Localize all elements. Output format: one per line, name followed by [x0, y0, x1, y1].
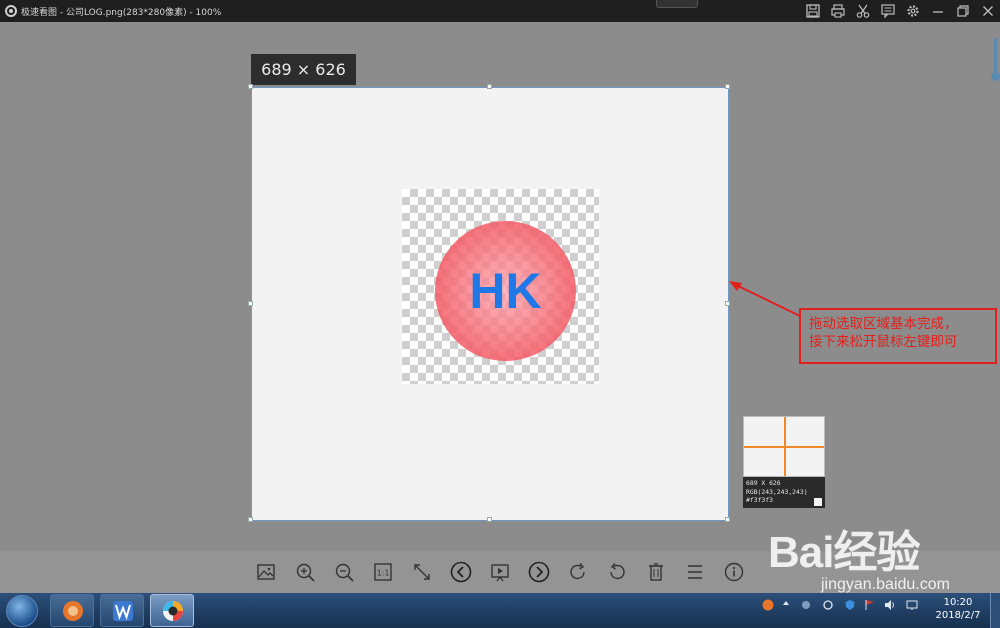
bottom-toolbar: 1:1 [0, 551, 1000, 593]
resize-handle-top-right[interactable] [725, 84, 730, 89]
annotation-line-2: 接下来松开鼠标左键即可 [809, 334, 958, 350]
image-viewer-app[interactable] [150, 594, 194, 627]
tray-network-icon[interactable] [906, 599, 918, 611]
zoom-out-icon[interactable] [333, 561, 355, 583]
window-title: 极速看图 - 公司LOG.png(283*280像素) - 100% [21, 8, 222, 18]
close-icon[interactable] [980, 3, 996, 19]
tray-volume-icon[interactable] [884, 599, 896, 611]
info-icon[interactable] [723, 561, 745, 583]
resize-handle-top[interactable] [487, 84, 492, 89]
restore-icon[interactable] [955, 3, 971, 19]
logo-circle: HK [435, 221, 576, 361]
resize-handle-bottom-left[interactable] [248, 517, 253, 522]
pull-down-tab[interactable] [656, 0, 698, 8]
prev-icon[interactable] [450, 561, 472, 583]
clock-date[interactable]: 2018/2/7 [932, 610, 984, 621]
rotate-left-icon[interactable] [606, 561, 628, 583]
selection-size-label: 689 × 626 [251, 54, 356, 85]
show-desktop-button[interactable] [990, 593, 1000, 628]
annotation-arrow [729, 281, 801, 317]
slideshow-icon[interactable] [489, 561, 511, 583]
magnifier-view [743, 416, 825, 477]
clock-time[interactable]: 10:20 [940, 597, 976, 608]
actual-size-icon[interactable]: 1:1 [372, 561, 394, 583]
app-icon [5, 5, 17, 17]
resize-handle-bottom[interactable] [487, 517, 492, 522]
rotate-right-icon[interactable] [567, 561, 589, 583]
transparent-image: HK [402, 189, 599, 384]
tray-sync-icon[interactable] [822, 599, 834, 611]
annotation-callout: 拖动选取区域基本完成， 接下来松开鼠标左键即可 [799, 308, 997, 364]
comment-icon[interactable] [880, 3, 896, 19]
settings-icon[interactable] [905, 3, 921, 19]
zoom-in-icon[interactable] [294, 561, 316, 583]
annotation-line-1: 拖动选取区域基本完成， [809, 316, 958, 332]
magnifier-info: 689 X 626 RGB(243,243,243) #f3f3f3 [743, 477, 825, 508]
logo-text: HK [469, 263, 542, 319]
browser-icon [63, 601, 83, 621]
image-viewer-icon [163, 601, 183, 621]
resize-handle-left[interactable] [248, 301, 253, 306]
tray-app-icon[interactable] [762, 599, 774, 611]
delete-icon[interactable] [645, 561, 667, 583]
tray-expand-icon[interactable] [780, 597, 792, 609]
menu-icon[interactable] [684, 561, 706, 583]
print-icon[interactable] [830, 3, 846, 19]
tray-shield-icon[interactable] [844, 599, 856, 611]
wps-app[interactable] [100, 594, 144, 627]
resize-handle-top-left[interactable] [248, 84, 253, 89]
start-orb[interactable] [6, 595, 38, 627]
fit-screen-icon[interactable] [411, 561, 433, 583]
minimize-icon[interactable] [930, 3, 946, 19]
tray-flag-icon[interactable] [864, 599, 876, 611]
tray-network-tool-icon[interactable] [800, 599, 812, 611]
resize-handle-bottom-right[interactable] [725, 517, 730, 522]
taskbar: 10:20 2018/2/7 [0, 593, 1000, 628]
next-icon[interactable] [528, 561, 550, 583]
cut-icon[interactable] [855, 3, 871, 19]
browser-app[interactable] [50, 594, 94, 627]
zoom-slider-knob[interactable] [991, 72, 1000, 81]
magnifier-rgb: RGB(243,243,243) [746, 487, 808, 496]
save-icon[interactable] [805, 3, 821, 19]
title-bar: 极速看图 - 公司LOG.png(283*280像素) - 100% [0, 0, 1000, 22]
color-swatch [814, 498, 822, 506]
wps-icon [113, 601, 133, 621]
magnifier-panel: 689 X 626 RGB(243,243,243) #f3f3f3 [743, 416, 825, 508]
crosshair-vertical [784, 417, 786, 476]
magnifier-size: 689 X 626 [746, 479, 781, 487]
actual-size-label: 1:1 [377, 569, 390, 578]
image-icon[interactable] [255, 561, 277, 583]
